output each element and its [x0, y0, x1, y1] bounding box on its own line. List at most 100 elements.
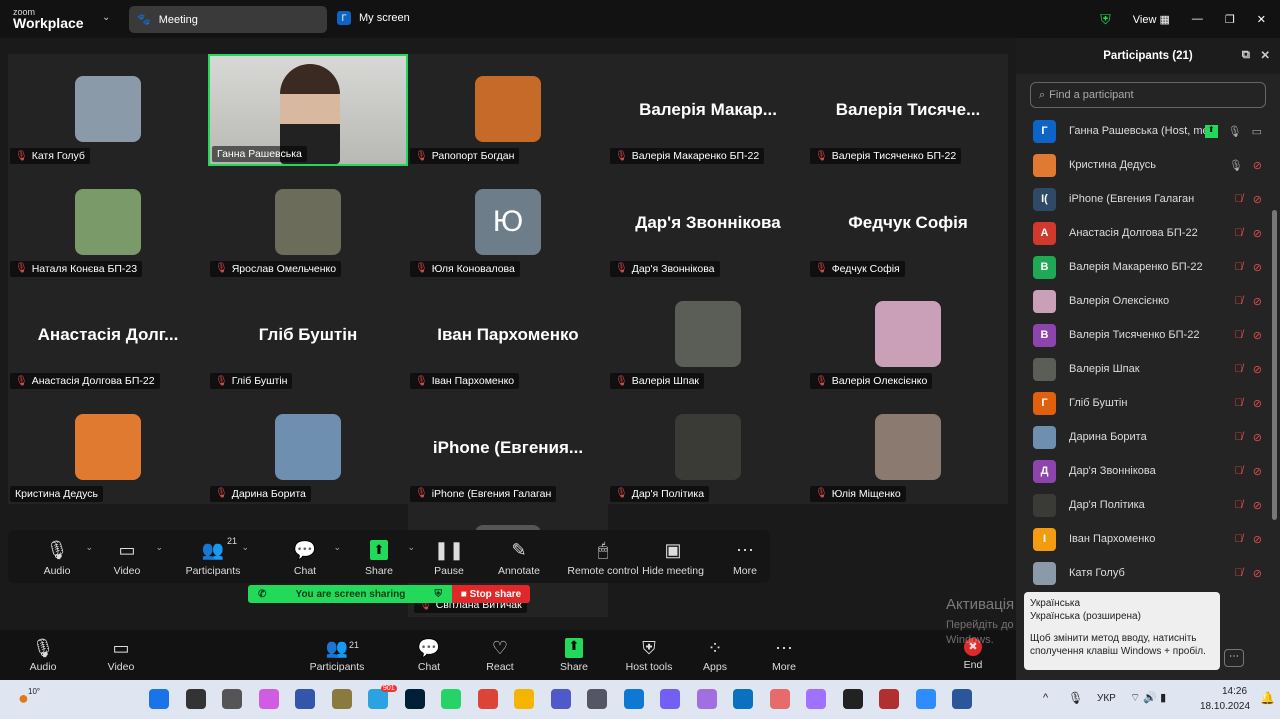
chrome-icon[interactable]	[477, 689, 498, 709]
video-camera-icon[interactable]: ▭	[1252, 125, 1262, 138]
mic-muted-icon[interactable]: 🎙̸	[1235, 465, 1243, 478]
participant-tile[interactable]: 🎙 Наталя Конєва БП-23	[8, 166, 208, 279]
teams-icon[interactable]	[550, 689, 571, 709]
file-explorer-icon[interactable]	[514, 689, 534, 709]
mic-muted-icon[interactable]: 🎙̸	[1235, 295, 1243, 308]
winrar-icon[interactable]	[879, 689, 899, 709]
more-button[interactable]: ⋯ More	[744, 638, 824, 673]
mic-muted-icon[interactable]: 🎙̸	[1235, 397, 1243, 410]
video-off-icon[interactable]: ⊘	[1253, 227, 1262, 240]
participant-tile[interactable]: iPhone (Евгения... 🎙 iPhone (Евгения Галаг…	[408, 391, 608, 504]
video-off-icon[interactable]: ⊘	[1253, 159, 1262, 172]
participant-tile[interactable]: Кристина Дедусь	[8, 391, 208, 504]
edge-icon[interactable]	[623, 689, 644, 709]
participants-button[interactable]: 👥 Participants 21 ⌄	[171, 536, 255, 577]
participant-list-item[interactable]: Г Ганна Рашевська (Host, me) ⬆ 🎙 ▭	[1016, 114, 1280, 148]
participant-tile[interactable]: Анастасія Долг... 🎙 Анастасія Долгова БП-2…	[8, 279, 208, 391]
more-options-button[interactable]: ⋯	[1224, 649, 1244, 667]
participant-list-item[interactable]: В Валерія Макаренко БП-22 🎙̸ ⊘	[1016, 250, 1280, 284]
calculator-icon[interactable]	[587, 689, 607, 709]
video-off-icon[interactable]: ⊘	[1253, 363, 1262, 376]
participant-tile[interactable]: Дар'я Звоннікова 🎙 Дар'я Звоннікова	[608, 166, 808, 279]
video-off-icon[interactable]: ⊘	[1253, 397, 1262, 410]
participant-list-item[interactable]: Д Дар'я Звоннікова 🎙̸ ⊘	[1016, 454, 1280, 488]
mic-muted-icon[interactable]: 🎙̸	[1235, 431, 1243, 444]
video-button[interactable]: ▭ Video ⌄	[85, 540, 169, 577]
participant-tile[interactable]: 🎙 Юлія Міщенко	[808, 391, 1008, 504]
app-icon[interactable]	[806, 689, 826, 709]
apps-button[interactable]: ⁘ Apps	[675, 638, 755, 673]
annotate-button[interactable]: ✎ Annotate	[477, 540, 561, 577]
participants-button[interactable]: 👥 Participants 21	[297, 638, 377, 673]
participant-tile[interactable]: 🎙 Катя Голуб	[8, 54, 208, 166]
clock-date[interactable]: 18.10.2024	[1200, 701, 1250, 712]
participant-list-item[interactable]: Дар'я Політика 🎙̸ ⊘	[1016, 488, 1280, 522]
more-button[interactable]: ⋯ More	[703, 540, 787, 577]
view-button[interactable]: View ▦	[1133, 13, 1170, 26]
participant-tile[interactable]: Ю 🎙 Юля Коновалова	[408, 166, 608, 279]
participant-tile[interactable]: Ганна Рашевська	[208, 54, 408, 166]
chevron-down-icon[interactable]: ⌄	[155, 542, 163, 553]
participant-tile[interactable]: 🎙 Валерія Шпак	[608, 279, 808, 391]
telegram-icon[interactable]	[368, 689, 388, 709]
participant-tile[interactable]: 🎙 Рапопорт Богдан	[408, 54, 608, 166]
video-off-icon[interactable]: ⊘	[1253, 193, 1262, 206]
microphone-icon[interactable]: 🎙	[1228, 125, 1242, 138]
video-button[interactable]: ▭ Video	[81, 638, 161, 673]
participant-list-item[interactable]: Г Гліб Буштін 🎙̸ ⊘	[1016, 386, 1280, 420]
mic-muted-icon[interactable]: 🎙̸	[1235, 533, 1243, 546]
notion-icon[interactable]	[842, 689, 863, 709]
participant-list-item[interactable]: Дарина Борита 🎙̸ ⊘	[1016, 420, 1280, 454]
chat-button[interactable]: 💬 Chat ⌄	[263, 540, 347, 577]
tab-meeting[interactable]: 🐾 Meeting	[129, 6, 327, 33]
participant-tile[interactable]: Валерія Макар... 🎙 Валерія Макаренко БП-22	[608, 54, 808, 166]
search-icon[interactable]	[185, 689, 206, 709]
participant-list-item[interactable]: Валерія Шпак 🎙̸ ⊘	[1016, 352, 1280, 386]
mic-muted-icon[interactable]: 🎙̸	[1235, 193, 1243, 206]
video-off-icon[interactable]: ⊘	[1253, 533, 1262, 546]
participant-tile[interactable]: 🎙 Валерія Олексієнко	[808, 279, 1008, 391]
mic-muted-icon[interactable]: 🎙̸	[1235, 363, 1243, 376]
app-icon[interactable]	[295, 689, 315, 709]
participant-list-item[interactable]: В Валерія Тисяченко БП-22 🎙̸ ⊘	[1016, 318, 1280, 352]
share-button[interactable]: ⬆ Share	[534, 638, 614, 673]
whatsapp-icon[interactable]	[441, 689, 461, 709]
chevron-down-icon[interactable]: ⌄	[102, 12, 110, 23]
video-off-icon[interactable]: ⊘	[1253, 567, 1262, 580]
mic-muted-icon[interactable]: 🎙̸	[1235, 227, 1243, 240]
video-off-icon[interactable]: ⊘	[1253, 431, 1262, 444]
stop-share-button[interactable]: ■ Stop share	[452, 585, 530, 603]
participant-list-item[interactable]: Катя Голуб 🎙̸ ⊘	[1016, 556, 1280, 590]
participant-tile[interactable]: 🎙 Ярослав Омельченко	[208, 166, 408, 279]
participant-tile[interactable]: Гліб Буштін 🎙 Гліб Буштін	[208, 279, 408, 391]
participant-list-item[interactable]: I(iPhone (Евгения Галаган 🎙̸ ⊘	[1016, 182, 1280, 216]
notifications-icon[interactable]: 🔔	[1260, 691, 1275, 705]
mic-muted-icon[interactable]: 🎙̸	[1235, 261, 1243, 274]
participant-tile[interactable]: Федчук Софія 🎙 Федчук Софія	[808, 166, 1008, 279]
store-icon[interactable]	[733, 689, 753, 709]
participant-list-item[interactable]: Валерія Олексієнко 🎙̸ ⊘	[1016, 284, 1280, 318]
react-button[interactable]: ♡ React	[460, 638, 540, 673]
video-off-icon[interactable]: ⊘	[1253, 499, 1262, 512]
popout-icon[interactable]: ⧉	[1242, 49, 1250, 62]
viber-icon[interactable]	[660, 689, 680, 709]
wifi-icon[interactable]: ⌔ 🔊 ▮	[1130, 691, 1166, 705]
participant-tile[interactable]: Іван Пархоменко 🎙 Іван Пархоменко	[408, 279, 608, 391]
participant-search-input[interactable]: ⌕ Find a participant	[1030, 82, 1266, 108]
participant-tile[interactable]: 🎙 Дар'я Політика	[608, 391, 808, 504]
audio-button[interactable]: 🎙 Audio	[3, 638, 83, 673]
minimize-button[interactable]: —	[1192, 13, 1203, 25]
microphone-icon[interactable]: 🎙	[1229, 159, 1243, 172]
language-indicator[interactable]: УКР	[1097, 693, 1116, 704]
windows-start-icon[interactable]	[149, 689, 169, 709]
video-off-icon[interactable]: ⊘	[1253, 295, 1262, 308]
task-view-icon[interactable]	[222, 689, 242, 709]
photoshop-icon[interactable]	[404, 689, 425, 709]
participant-tile[interactable]: Валерія Тисяче... 🎙 Валерія Тисяченко БП-2…	[808, 54, 1008, 166]
word-icon[interactable]	[952, 689, 972, 709]
close-icon[interactable]: ✕	[1260, 48, 1270, 62]
mic-muted-icon[interactable]: 🎙̸	[1235, 329, 1243, 342]
mic-muted-icon[interactable]: 🎙̸	[1235, 499, 1243, 512]
participant-list-item[interactable]: І Іван Пархоменко 🎙̸ ⊘	[1016, 522, 1280, 556]
chat-button[interactable]: 💬 Chat	[389, 638, 469, 673]
